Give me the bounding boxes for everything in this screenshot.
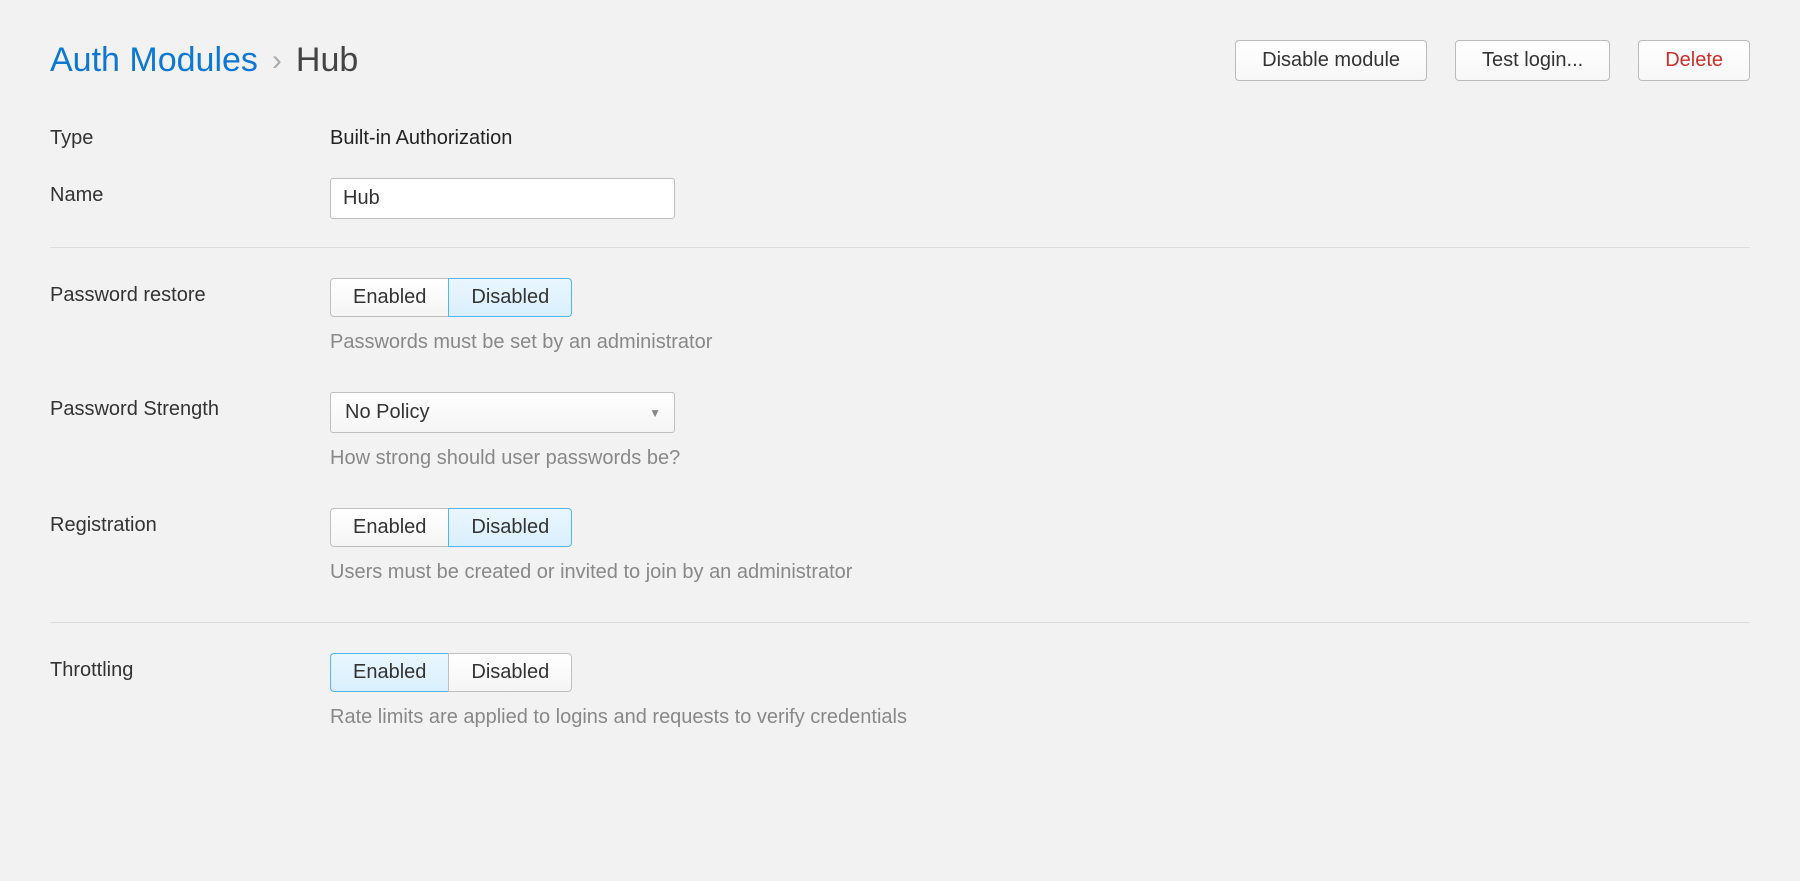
disable-module-button[interactable]: Disable module [1235, 40, 1427, 81]
throttling-help: Rate limits are applied to logins and re… [330, 706, 1750, 729]
registration-enabled-button[interactable]: Enabled [330, 508, 448, 547]
type-label: Type [50, 121, 330, 150]
chevron-right-icon: › [272, 44, 282, 78]
password-restore-toggle: Enabled Disabled [330, 278, 1750, 317]
password-restore-label: Password restore [50, 278, 330, 307]
type-row: Type Built-in Authorization [50, 121, 1750, 150]
type-value: Built-in Authorization [330, 121, 1750, 150]
password-restore-help: Passwords must be set by an administrato… [330, 331, 1750, 354]
password-restore-row: Password restore Enabled Disabled Passwo… [50, 278, 1750, 354]
registration-toggle: Enabled Disabled [330, 508, 1750, 547]
name-row: Name [50, 178, 1750, 219]
throttling-label: Throttling [50, 653, 330, 682]
divider [50, 247, 1750, 248]
registration-help: Users must be created or invited to join… [330, 561, 1750, 584]
registration-row: Registration Enabled Disabled Users must… [50, 508, 1750, 584]
throttling-toggle: Enabled Disabled [330, 653, 1750, 692]
throttling-disabled-button[interactable]: Disabled [448, 653, 572, 692]
divider [50, 622, 1750, 623]
registration-disabled-button[interactable]: Disabled [448, 508, 572, 547]
delete-button[interactable]: Delete [1638, 40, 1750, 81]
breadcrumb-parent-link[interactable]: Auth Modules [50, 41, 258, 80]
password-strength-help: How strong should user passwords be? [330, 447, 1750, 470]
password-strength-label: Password Strength [50, 392, 330, 421]
page-header: Auth Modules › Hub Disable module Test l… [50, 40, 1750, 81]
header-actions: Disable module Test login... Delete [1235, 40, 1750, 81]
name-input[interactable] [330, 178, 675, 219]
password-strength-select[interactable]: No Policy [330, 392, 675, 433]
password-restore-enabled-button[interactable]: Enabled [330, 278, 448, 317]
throttling-enabled-button[interactable]: Enabled [330, 653, 448, 692]
password-restore-disabled-button[interactable]: Disabled [448, 278, 572, 317]
throttling-row: Throttling Enabled Disabled Rate limits … [50, 653, 1750, 729]
registration-label: Registration [50, 508, 330, 537]
test-login-button[interactable]: Test login... [1455, 40, 1610, 81]
breadcrumb: Auth Modules › Hub [50, 41, 358, 80]
breadcrumb-current: Hub [296, 41, 358, 80]
name-label: Name [50, 178, 330, 207]
password-strength-row: Password Strength No Policy ▼ How strong… [50, 392, 1750, 470]
